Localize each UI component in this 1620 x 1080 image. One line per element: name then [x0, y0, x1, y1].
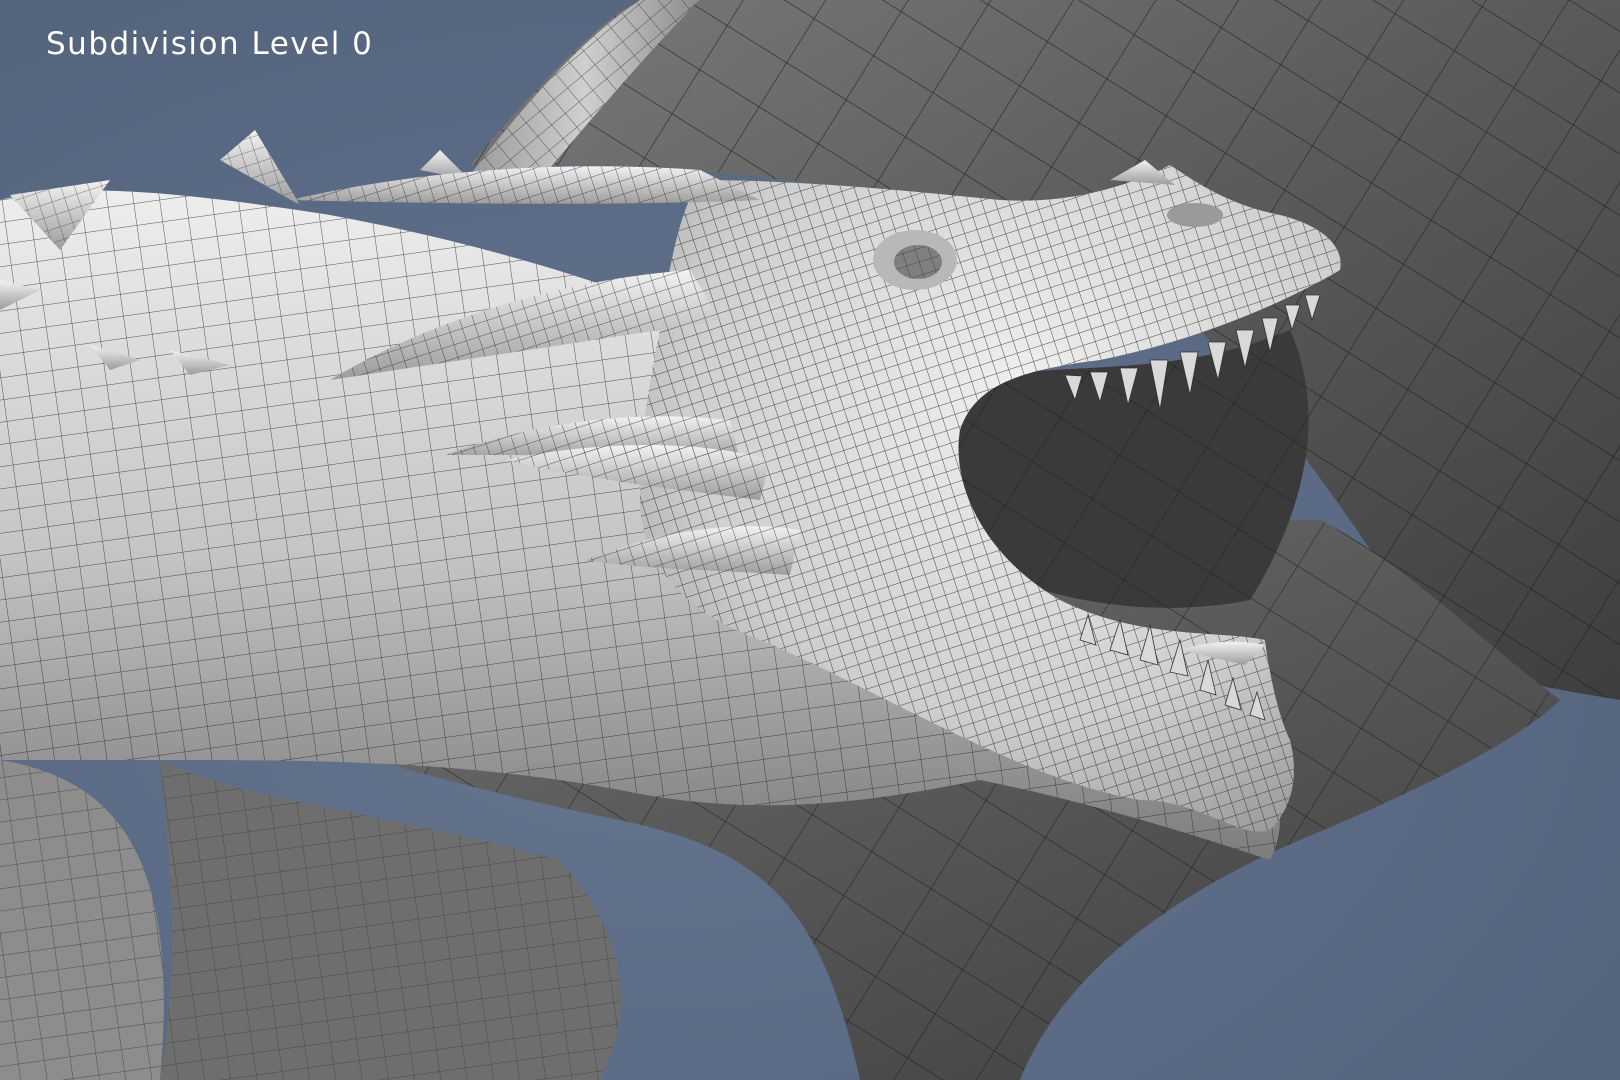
render-viewport: Subdivision Level 0	[0, 0, 1620, 1080]
dragon-render	[0, 0, 1620, 1080]
subdivision-level-caption: Subdivision Level 0	[46, 26, 374, 62]
